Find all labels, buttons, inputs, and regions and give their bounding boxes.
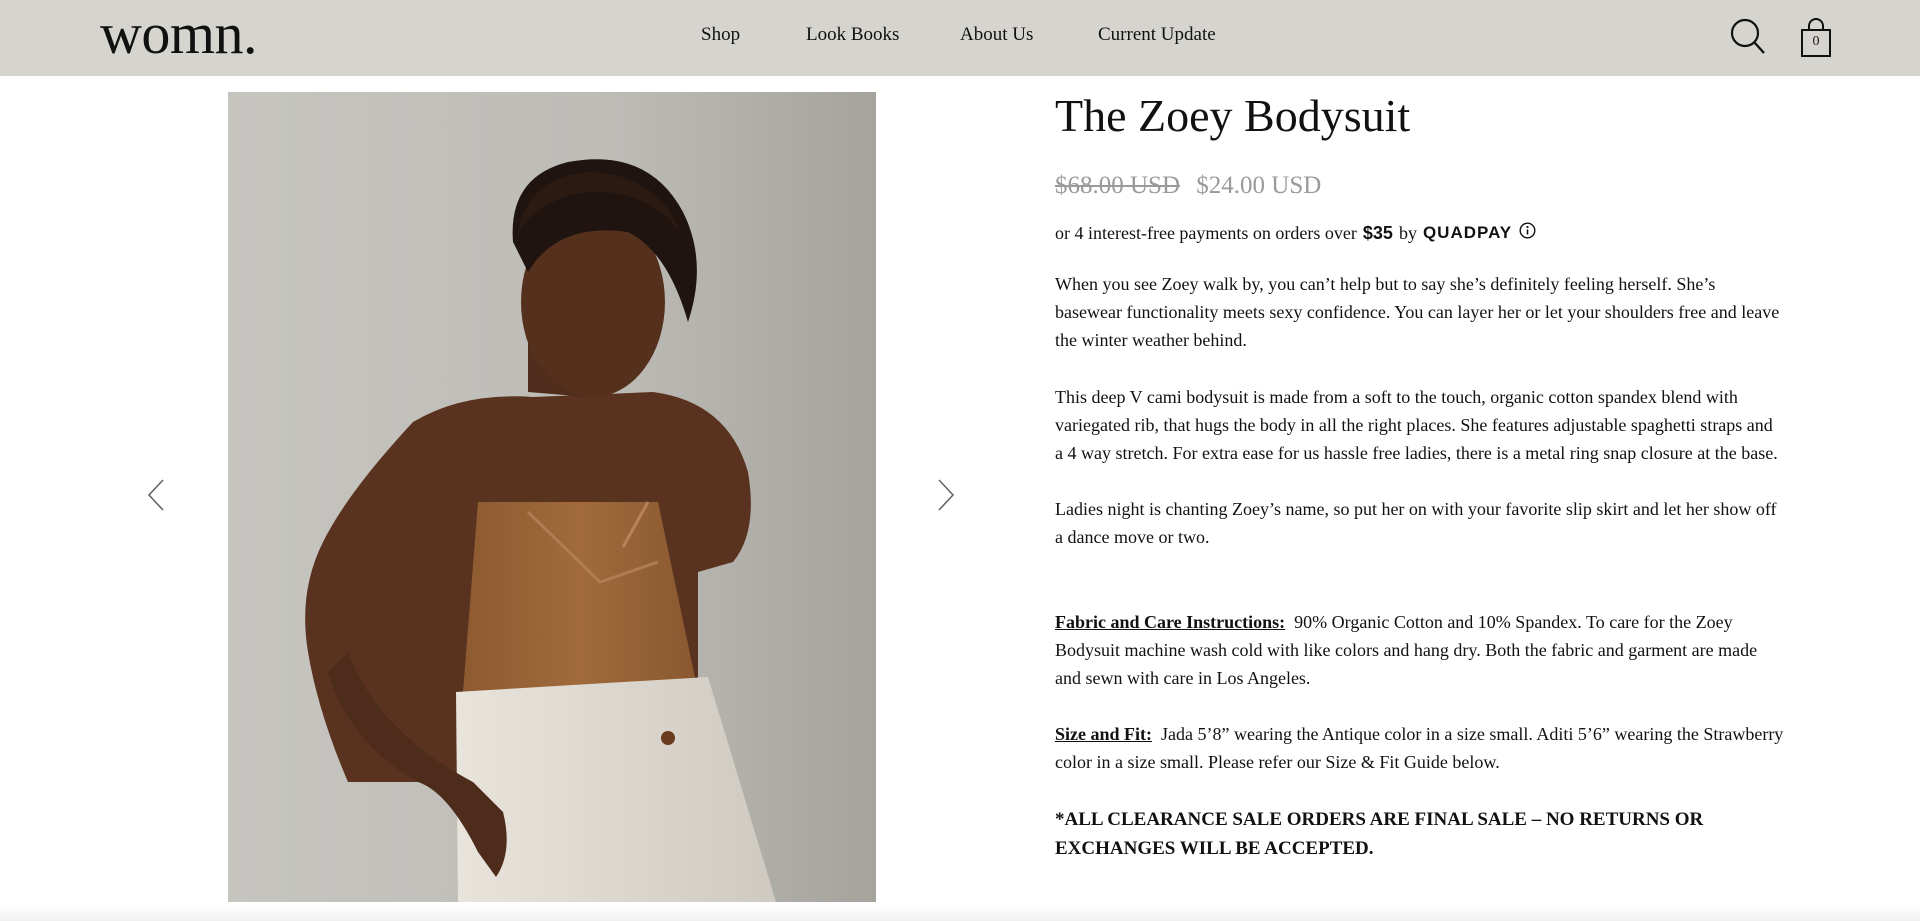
chevron-right-icon [938, 479, 955, 511]
quadpay-logo: QUADPAY [1422, 223, 1513, 242]
product-details: The Zoey Bodysuit $68.00 USD $24.00 USD … [1055, 88, 1785, 863]
nav-current-update[interactable]: Current Update [1098, 24, 1216, 50]
model-illustration [228, 92, 876, 902]
fabric-care-label: Fabric and Care Instructions: [1055, 611, 1286, 632]
description-paragraph-3: Ladies night is chanting Zoey’s name, so… [1055, 499, 1777, 548]
product-image[interactable] [228, 92, 876, 902]
site-header: womn. Shop Look Books About Us Current U… [0, 0, 1920, 76]
description-paragraph-1: When you see Zoey walk by, you can’t hel… [1055, 274, 1780, 351]
quadpay-amount: $35 [1362, 222, 1393, 243]
final-sale-notice: *ALL CLEARANCE SALE ORDERS ARE FINAL SAL… [1055, 808, 1704, 859]
nav-look-books[interactable]: Look Books [806, 24, 899, 50]
size-fit: Size and Fit: Jada 5’8” wearing the Anti… [1055, 720, 1785, 776]
nav-about-us[interactable]: About Us [960, 24, 1033, 50]
quadpay-offer: or 4 interest-free payments on orders ov… [1055, 220, 1785, 246]
price-row: $68.00 USD $24.00 USD [1055, 172, 1785, 204]
size-fit-label: Size and Fit: [1055, 724, 1152, 745]
product-title: The Zoey Bodysuit [1055, 90, 1411, 141]
fabric-care: Fabric and Care Instructions: 90% Organi… [1055, 608, 1785, 693]
size-fit-text: Jada 5’8” wearing the Antique color in a… [1055, 724, 1784, 773]
gallery-prev-button[interactable] [146, 478, 166, 517]
description-paragraph-2: This deep V cami bodysuit is made from a… [1055, 386, 1778, 464]
cart-count: 0 [1812, 34, 1820, 49]
bottom-fade [0, 905, 1920, 921]
quadpay-by: by [1398, 222, 1417, 243]
nav-shop[interactable]: Shop [701, 24, 740, 50]
chevron-left-icon [147, 479, 164, 511]
sale-price: $24.00 USD [1196, 172, 1322, 199]
quadpay-text: or 4 interest-free payments on orders ov… [1055, 222, 1357, 243]
gallery-next-button[interactable] [936, 478, 956, 517]
site-logo[interactable]: womn. [100, 2, 258, 66]
cart-button[interactable]: 0 [1800, 18, 1832, 58]
info-icon[interactable] [1519, 222, 1536, 244]
search-icon[interactable] [1730, 18, 1766, 61]
original-price: $68.00 USD [1055, 172, 1181, 199]
